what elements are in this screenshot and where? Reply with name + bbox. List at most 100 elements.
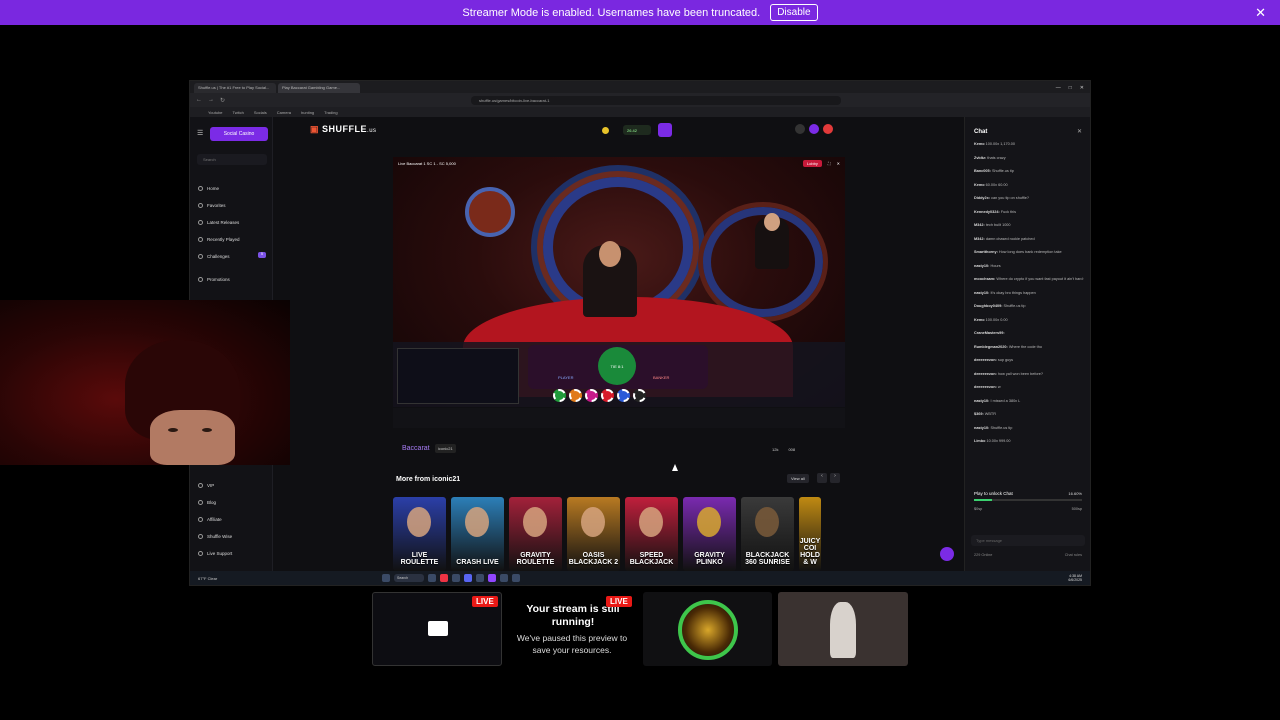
app-icon[interactable] <box>500 574 508 582</box>
game-card[interactable]: LIVE ROULETTE <box>393 497 446 571</box>
reload-icon[interactable]: ↻ <box>220 97 225 104</box>
discord-icon[interactable] <box>464 574 472 582</box>
lobby-button[interactable]: Lobby <box>802 159 822 167</box>
chat-username[interactable]: deeeeeezon: <box>974 358 997 362</box>
chat-username[interactable]: Doughboy0409: <box>974 304 1002 308</box>
chat-username[interactable]: $369: <box>974 412 984 416</box>
help-chat-button[interactable] <box>940 547 954 561</box>
chat-username[interactable]: Banc005: <box>974 169 991 173</box>
view-all-button[interactable]: View all <box>787 474 809 483</box>
windows-start-icon[interactable] <box>382 574 390 582</box>
chat-username[interactable]: M342: <box>974 237 985 241</box>
sidebar-item-latest[interactable]: Latest Releases <box>198 220 239 225</box>
wallet-button[interactable] <box>658 123 672 137</box>
taskbar-search[interactable]: Search <box>394 574 424 582</box>
sidebar-item-affiliate[interactable]: Affiliate <box>198 517 222 522</box>
chat-username[interactable]: Rumblegman2020: <box>974 345 1008 349</box>
chip[interactable] <box>569 389 582 402</box>
url-field[interactable]: shuffle.us/games/bitcoin-live-baccarat-1 <box>471 95 842 105</box>
sidebar-search-input[interactable]: Search <box>197 154 267 165</box>
chat-username[interactable]: nasty10: <box>974 264 989 268</box>
chat-input[interactable]: Type message <box>971 535 1085 546</box>
bookmark-item[interactable]: hunting <box>301 110 314 115</box>
sidebar-item-recent[interactable]: Recently Played <box>198 237 240 242</box>
chip[interactable] <box>585 389 598 402</box>
sidebar-item-favorites[interactable]: Favorites <box>198 203 226 208</box>
twitch-icon[interactable] <box>488 574 496 582</box>
game-card[interactable]: CRASH LIVE <box>451 497 504 571</box>
close-icon[interactable]: ✕ <box>1255 5 1266 21</box>
app-icon[interactable] <box>476 574 484 582</box>
sidebar-item-home[interactable]: Home <box>198 186 219 191</box>
chat-username[interactable]: Kennedy0324: <box>974 210 1000 214</box>
chevron-left-icon[interactable]: ‹ <box>817 473 827 483</box>
avatar[interactable] <box>823 124 833 134</box>
shuffle-logo[interactable]: ▣ SHUFFLE.us <box>310 124 377 135</box>
chat-username[interactable]: Smartthorny: <box>974 250 998 254</box>
chat-username[interactable]: nasty10: <box>974 399 989 403</box>
chat-username[interactable]: Kemo <box>974 142 985 146</box>
chat-username[interactable]: nasty10: <box>974 291 989 295</box>
stream-preview[interactable] <box>778 592 908 666</box>
social-casino-button[interactable]: Social Casino <box>210 127 268 141</box>
sidebar-item-vip[interactable]: VIP <box>198 483 214 488</box>
balance-display[interactable]: 26.42 <box>623 125 651 135</box>
chat-username[interactable]: Kemo <box>974 183 985 187</box>
fullscreen-icon[interactable]: ⛶ <box>828 161 831 166</box>
provider-tag[interactable]: iconic21 <box>435 444 456 453</box>
chat-username[interactable]: Diddy2x: <box>974 196 990 200</box>
chat-username[interactable]: Limbo <box>974 439 985 443</box>
chat-username[interactable]: Kemo <box>974 318 985 322</box>
bookmark-item[interactable]: Camera <box>277 110 291 115</box>
chat-username[interactable]: moochsam: <box>974 277 995 281</box>
close-window-icon[interactable]: ✕ <box>1080 85 1084 91</box>
bell-icon[interactable] <box>795 124 805 134</box>
chat-username[interactable]: CraneMasters99: <box>974 331 1005 335</box>
bookmark-item[interactable]: Trading <box>324 110 337 115</box>
bet-zone[interactable]: PLAYER TIE 8:1 BANKER <box>528 345 708 389</box>
chat-rules-link[interactable]: Chat rules <box>1065 553 1082 557</box>
browser-tab[interactable]: Shuffle.us | The #1 Free to Play Social.… <box>194 83 276 93</box>
stream-preview[interactable] <box>643 592 772 666</box>
bookmark-item[interactable]: Twitch <box>233 110 244 115</box>
sidebar-item-shuffle-wise[interactable]: Shuffle Wise <box>198 534 232 539</box>
maximize-icon[interactable]: □ <box>1069 85 1072 91</box>
forward-icon[interactable]: → <box>208 97 214 103</box>
game-card[interactable]: JUICY COI HOLD & W <box>799 497 821 571</box>
sidebar-item-blog[interactable]: Blog <box>198 500 216 505</box>
game-card[interactable]: OASIS BLACKJACK 2 <box>567 497 620 571</box>
game-card[interactable]: BLACKJACK 360 SUNRISE <box>741 497 794 571</box>
chat-username[interactable]: deeeeeezon: <box>974 372 997 376</box>
minimize-icon[interactable]: — <box>1056 85 1061 91</box>
bookmark-item[interactable]: Socials <box>254 110 267 115</box>
game-card[interactable]: GRAVITY PLINKO <box>683 497 736 571</box>
sidebar-item-support[interactable]: Live Support <box>198 551 232 556</box>
chevron-right-icon[interactable]: › <box>830 473 840 483</box>
tie-bet[interactable]: TIE 8:1 <box>598 347 636 385</box>
file-explorer-icon[interactable] <box>428 574 436 582</box>
chat-icon[interactable] <box>809 124 819 134</box>
browser-tab-active[interactable]: Play Baccarat Gambling Game... <box>278 83 360 93</box>
chip[interactable] <box>617 389 630 402</box>
game-card[interactable]: SPEED BLACKJACK <box>625 497 678 571</box>
sidebar-item-challenges[interactable]: Challenges <box>198 254 230 259</box>
close-icon[interactable]: ✕ <box>837 161 840 166</box>
chat-username[interactable]: nasty10: <box>974 426 989 430</box>
live-video[interactable]: Live Baccarat 1 SC 1 - SC 5,000 Lobby ⛶ … <box>393 157 845 407</box>
disable-button[interactable]: Disable <box>770 4 818 21</box>
app-icon[interactable] <box>452 574 460 582</box>
weather-widget[interactable]: 67°F Clear <box>198 576 228 581</box>
app-icon[interactable] <box>512 574 520 582</box>
browser-icon[interactable] <box>440 574 448 582</box>
menu-icon[interactable]: ☰ <box>197 129 203 137</box>
chip[interactable] <box>633 389 646 402</box>
sidebar-item-promotions[interactable]: Promotions <box>198 277 230 282</box>
game-card[interactable]: GRAVITY ROULETTE <box>509 497 562 571</box>
chat-username[interactable]: M342: <box>974 223 985 227</box>
chat-username[interactable]: Zvbltz: <box>974 156 986 160</box>
close-icon[interactable]: ✕ <box>1077 128 1082 135</box>
chip[interactable] <box>553 389 566 402</box>
chip[interactable] <box>601 389 614 402</box>
back-icon[interactable]: ← <box>196 97 202 103</box>
chat-username[interactable]: deeeeeezon: <box>974 385 997 389</box>
